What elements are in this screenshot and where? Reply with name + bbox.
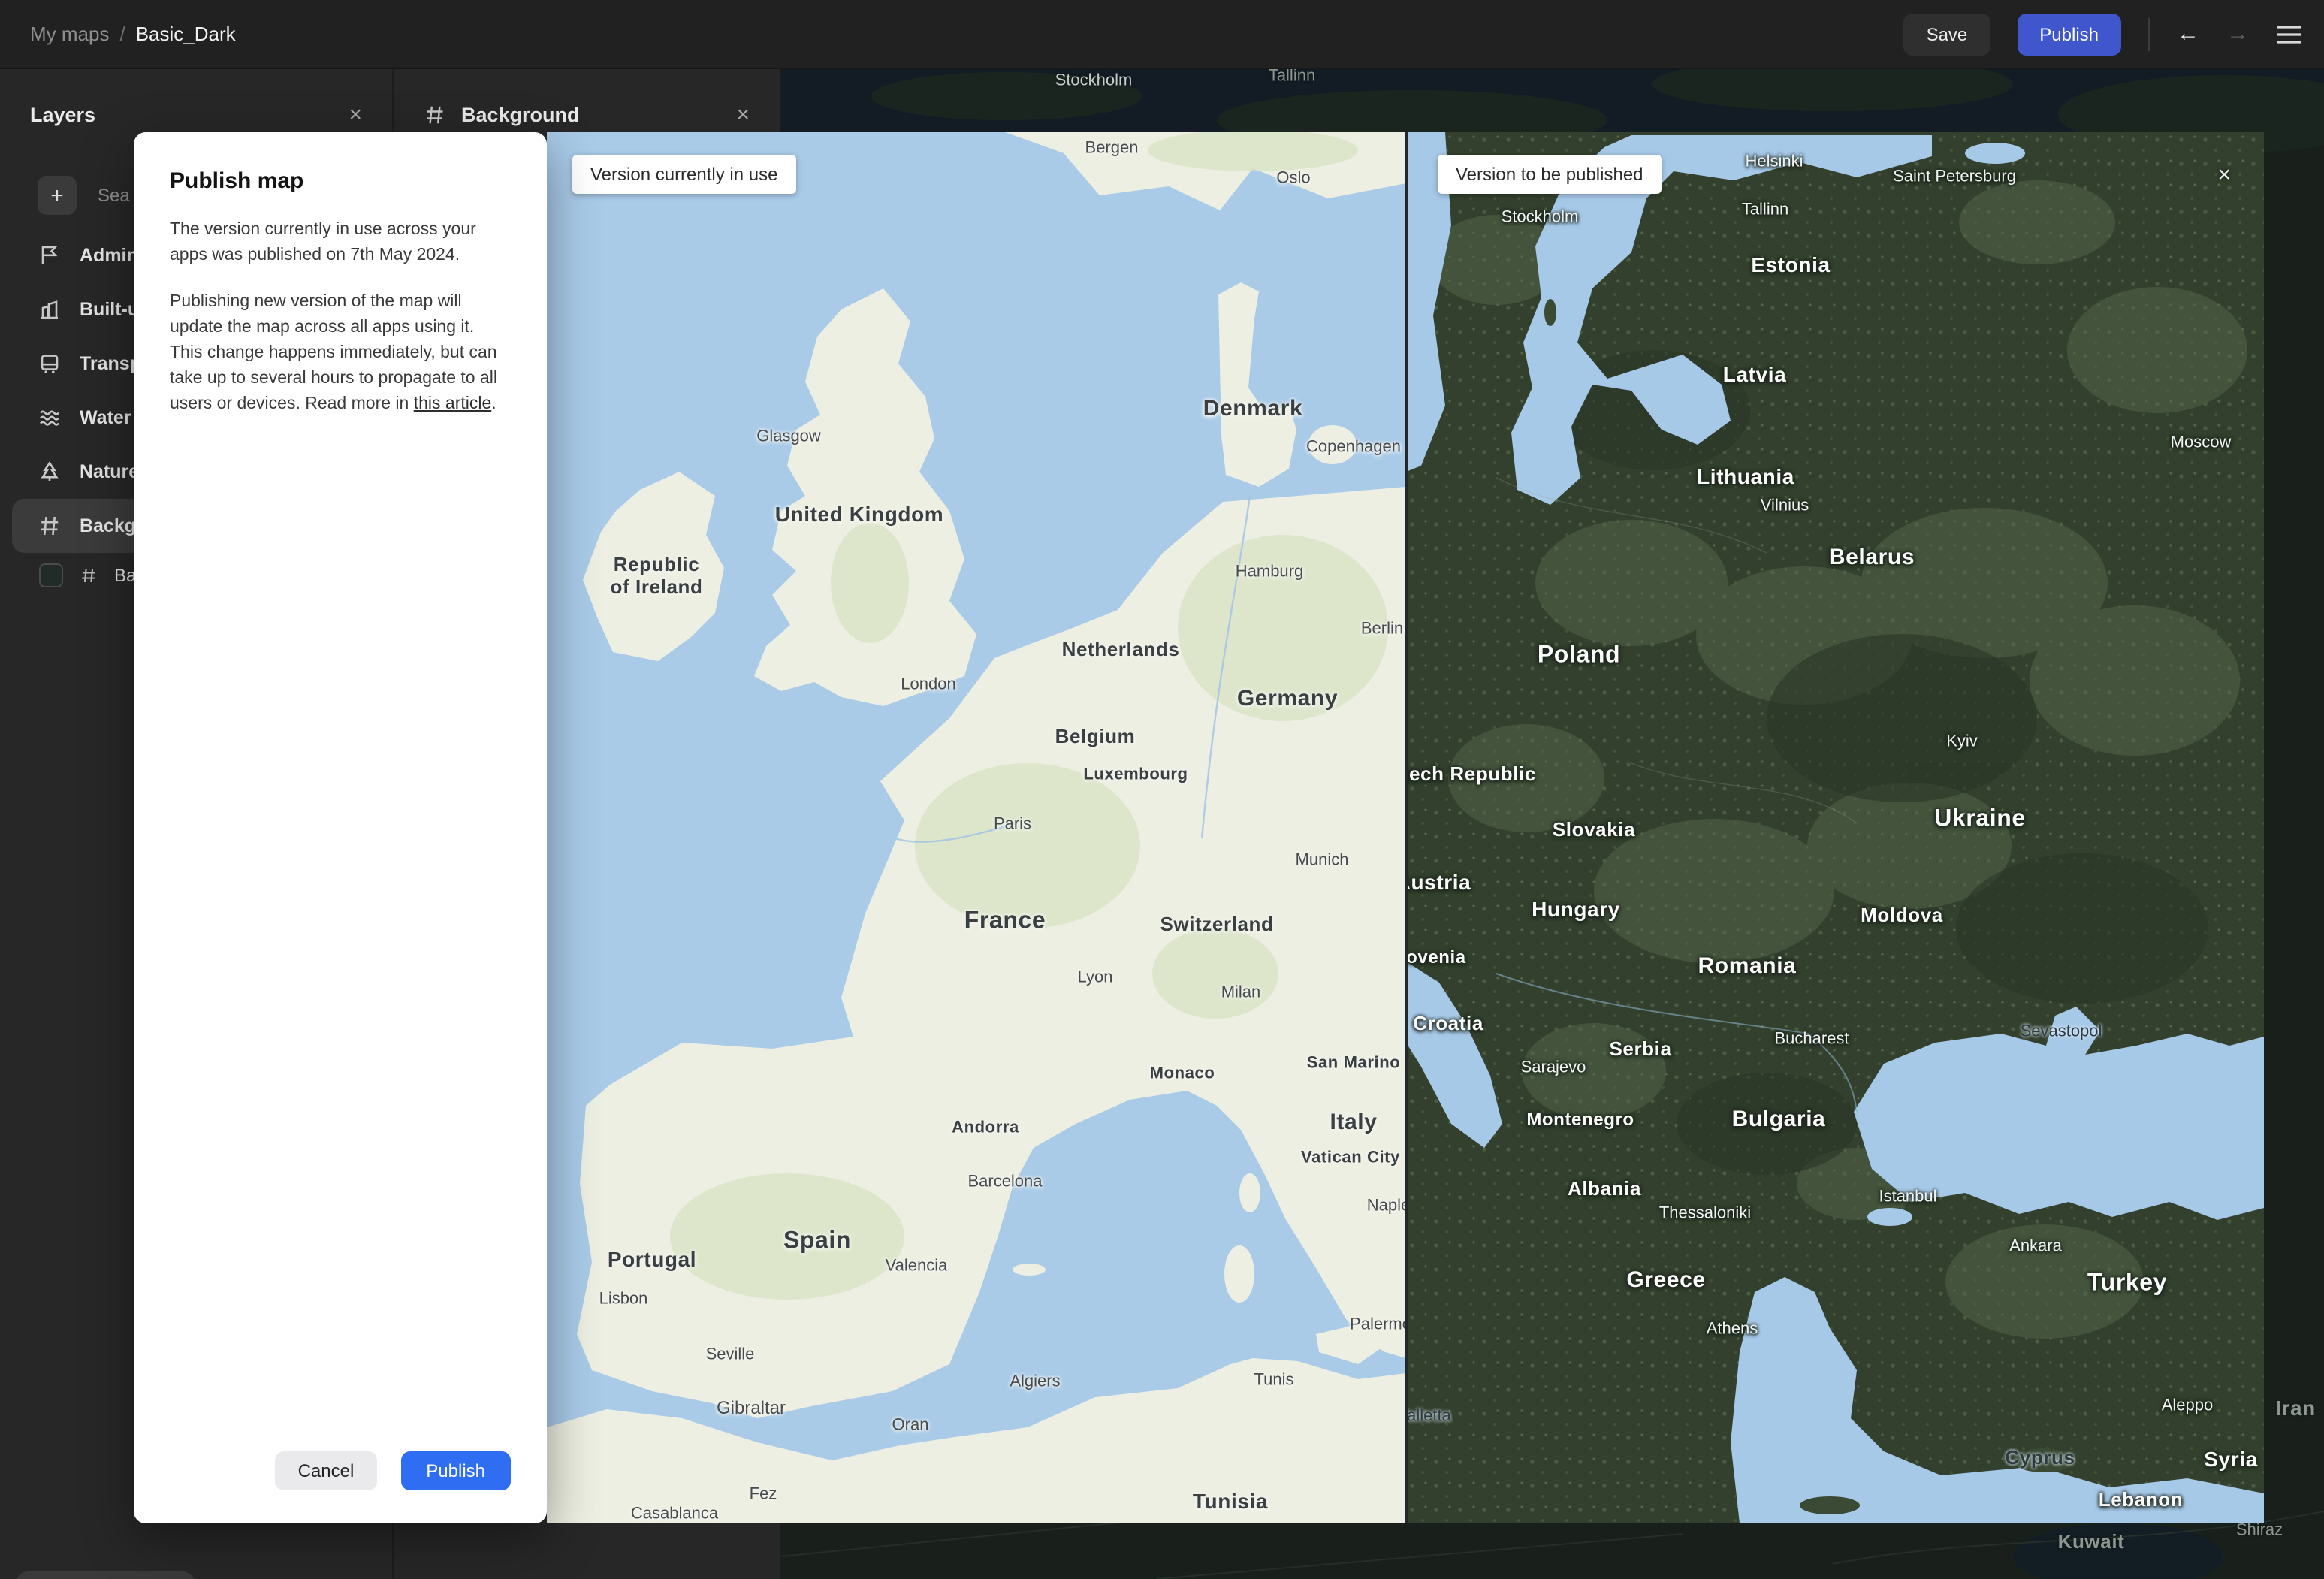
flag-icon [38, 243, 62, 267]
bottom-left-control[interactable] [15, 1571, 195, 1579]
breadcrumb-map-name: Basic_Dark [135, 23, 236, 45]
modal-paragraph-2-end: . [491, 395, 496, 414]
grid-icon [424, 103, 446, 125]
breadcrumb: My maps / Basic_Dark [30, 23, 236, 45]
topbar: My maps / Basic_Dark Save Publish ← → [0, 0, 2324, 69]
add-layer-button[interactable]: + [38, 176, 77, 215]
modal-paragraph-1: The version currently in use across your… [170, 221, 476, 265]
sidebar-item-label: Water [80, 407, 131, 428]
search-input[interactable]: Sea [98, 185, 130, 206]
background-close-icon[interactable]: × [736, 103, 750, 125]
undo-arrow-icon[interactable]: ← [2177, 21, 2199, 47]
topbar-actions: Save Publish ← → [1903, 13, 2303, 55]
grid-icon [38, 514, 62, 538]
redo-arrow-icon[interactable]: → [2226, 21, 2249, 47]
map-light-geography [547, 132, 1406, 1523]
save-button[interactable]: Save [1903, 13, 1990, 55]
breadcrumb-separator: / [119, 23, 125, 45]
publish-button-top[interactable]: Publish [2017, 13, 2121, 55]
layer-color-swatch[interactable] [39, 563, 63, 587]
menu-icon[interactable] [2276, 23, 2303, 44]
nature-icon [38, 460, 62, 484]
background-panel-title: Background [461, 103, 580, 125]
sidebar-item-label: Nature [80, 461, 140, 482]
version-chip-current: Version currently in use [572, 155, 796, 194]
version-chip-new: Version to be published [1438, 155, 1662, 194]
this-article-link[interactable]: this article [414, 395, 492, 413]
modal-title: Publish map [170, 168, 304, 194]
map-version-new[interactable]: EstoniaLatviaLithuaniaBelarusPolandCzech… [1406, 132, 2264, 1523]
grid-icon [80, 566, 98, 584]
publish-modal: Publish map The version currently in use… [134, 132, 547, 1523]
modal-footer: Cancel Publish [275, 1451, 511, 1490]
workspace: Stockholm Tallinn Iran Shiraz Kuwait Layers … [0, 69, 2324, 1579]
layers-close-icon[interactable]: × [349, 103, 362, 125]
modal-paragraph-2: Publishing new version of the map will u… [170, 290, 511, 418]
publish-button-modal[interactable]: Publish [400, 1451, 511, 1490]
map-dark-geography [1406, 132, 2264, 1523]
comparison-divider[interactable] [1405, 132, 1408, 1523]
cancel-button[interactable]: Cancel [275, 1451, 377, 1490]
water-icon [38, 406, 62, 430]
map-version-current[interactable]: United Kingdom Republic of Ireland Denmark… [547, 132, 1406, 1523]
app-window: My maps / Basic_Dark Save Publish ← → St… [0, 0, 2324, 1579]
layers-title: Layers [30, 103, 96, 125]
breadcrumb-my-maps[interactable]: My maps [30, 23, 109, 45]
toolbar-divider [2148, 17, 2150, 50]
comparison-close-icon[interactable]: × [2217, 162, 2231, 188]
buildings-icon [38, 297, 62, 322]
transport-icon [38, 352, 62, 376]
